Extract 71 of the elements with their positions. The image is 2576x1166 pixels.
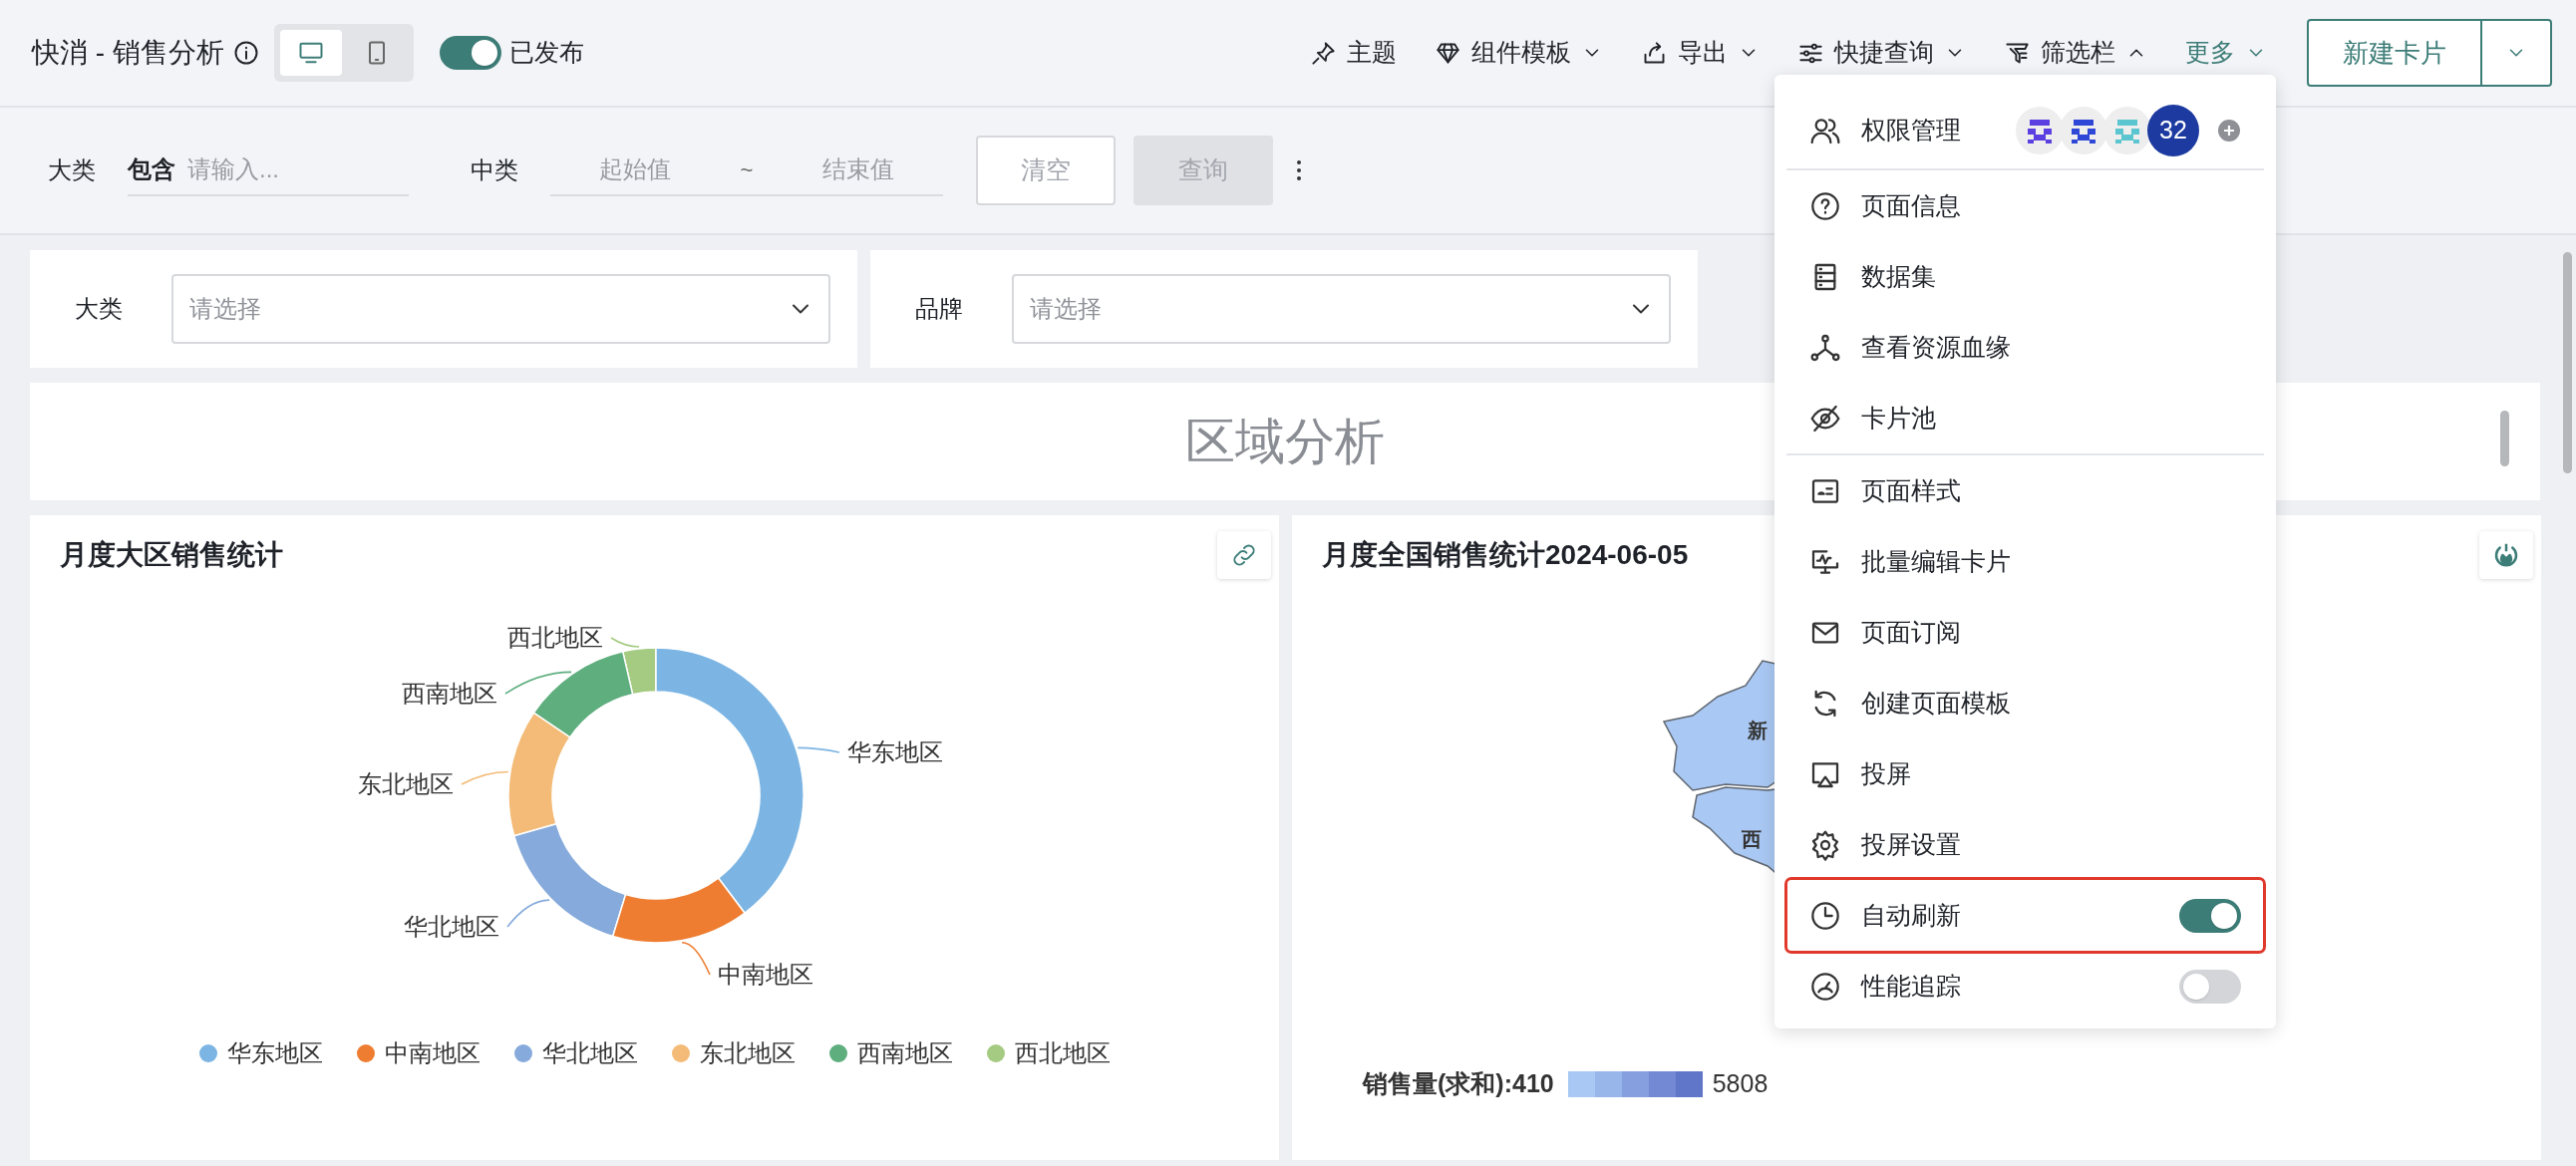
pin-icon [1310, 39, 1337, 67]
slice-label: 西南地区 [402, 680, 497, 707]
range-separator: ~ [739, 155, 755, 184]
menu-item[interactable]: 投屏设置 [1787, 809, 2263, 880]
chart-title: 月度大区销售统计 [60, 538, 283, 572]
menu-item[interactable]: 批量编辑卡片 [1787, 526, 2263, 597]
region-label: 西 [1742, 828, 1762, 850]
clock-icon [1809, 899, 1841, 932]
menu-item-label[interactable]: 权限管理 [1861, 112, 1961, 149]
menu-item[interactable]: 页面信息 [1787, 170, 2263, 241]
start-input[interactable]: 起始值 [550, 151, 720, 187]
legend-label: 华北地区 [541, 1038, 638, 1068]
leader-line [461, 770, 509, 785]
menu-item[interactable]: 自动刷新 [1787, 880, 2263, 951]
slice-label: 华东地区 [847, 738, 943, 765]
legend-label: 东北地区 [699, 1038, 796, 1068]
menu-item[interactable]: 数据集 [1787, 241, 2263, 312]
scrollbar-thumb[interactable] [2500, 411, 2509, 466]
leader-line [504, 671, 572, 695]
toolbar-button[interactable]: 更多 [2185, 34, 2267, 72]
add-icon[interactable] [2217, 119, 2241, 143]
field-label: 大类 [75, 294, 124, 324]
slice-label: 西北地区 [507, 624, 603, 651]
menu-item[interactable]: 查看资源血缘 [1787, 312, 2263, 383]
legend-label: 西北地区 [1014, 1038, 1111, 1068]
link-icon [1230, 541, 1258, 569]
toolbar-button[interactable]: 筛选栏 [2004, 34, 2147, 72]
chart-title: 月度全国销售统计2024-06-05 [1322, 538, 1689, 572]
toggle-switch[interactable] [2179, 969, 2241, 1004]
gauge-icon [1809, 970, 1841, 1003]
scrollbar-thumb[interactable] [2563, 252, 2572, 473]
text-input[interactable]: 请输入... [187, 151, 387, 187]
toggle-switch[interactable] [439, 36, 501, 70]
slice-label: 中南地区 [718, 961, 813, 988]
section-title: 区域分析 [1185, 412, 1385, 471]
leader-line [797, 746, 840, 753]
publish-status: 已发布 [508, 37, 584, 69]
page-title: 快消 - 销售分析 [32, 36, 224, 70]
legend-label: 中南地区 [384, 1038, 481, 1068]
region-label: 新 [1748, 720, 1768, 741]
member-count-badge: 32 [2147, 105, 2199, 156]
legend-min-label: 销售量(求和):410 [1363, 1068, 1554, 1099]
menu-item[interactable]: 性能追踪 [1787, 951, 2263, 1021]
toggle-switch[interactable] [2179, 898, 2241, 933]
toolbar-button[interactable]: 主题 [1310, 34, 1397, 72]
menu-item[interactable]: 创建页面模板 [1787, 668, 2263, 738]
field-label: 中类 [471, 155, 518, 185]
leader-line [506, 899, 550, 928]
legend-label: 西南地区 [856, 1038, 953, 1068]
leader-line [681, 941, 711, 976]
download-button[interactable] [2479, 531, 2533, 579]
desktop-view-tab[interactable] [279, 30, 342, 76]
toolbar-button[interactable]: 快捷查询 [1797, 34, 1966, 72]
legend-label: 华东地区 [226, 1038, 323, 1068]
field-label: 大类 [48, 155, 96, 185]
menu-item[interactable]: 投屏 [1787, 738, 2263, 809]
settings-icon [1809, 828, 1841, 861]
end-input[interactable]: 结束值 [774, 151, 943, 187]
toolbar-button[interactable]: 导出 [1641, 34, 1760, 72]
slice-label: 东北地区 [358, 770, 454, 797]
leader-line [610, 637, 640, 648]
toolbar-button[interactable]: 组件模板 [1435, 34, 1603, 72]
legend-max-label: 5808 [1712, 1068, 1769, 1099]
operator-label: 包含 [128, 154, 175, 184]
slice-label: 华北地区 [404, 913, 499, 940]
help-icon [1809, 189, 1841, 222]
link-button[interactable] [1217, 531, 1271, 579]
menu-item[interactable]: 页面订阅 [1787, 597, 2263, 668]
field-label: 品牌 [915, 294, 964, 324]
menu-item[interactable]: 页面样式 [1787, 455, 2263, 526]
menu-item[interactable]: 卡片池 [1787, 383, 2263, 453]
